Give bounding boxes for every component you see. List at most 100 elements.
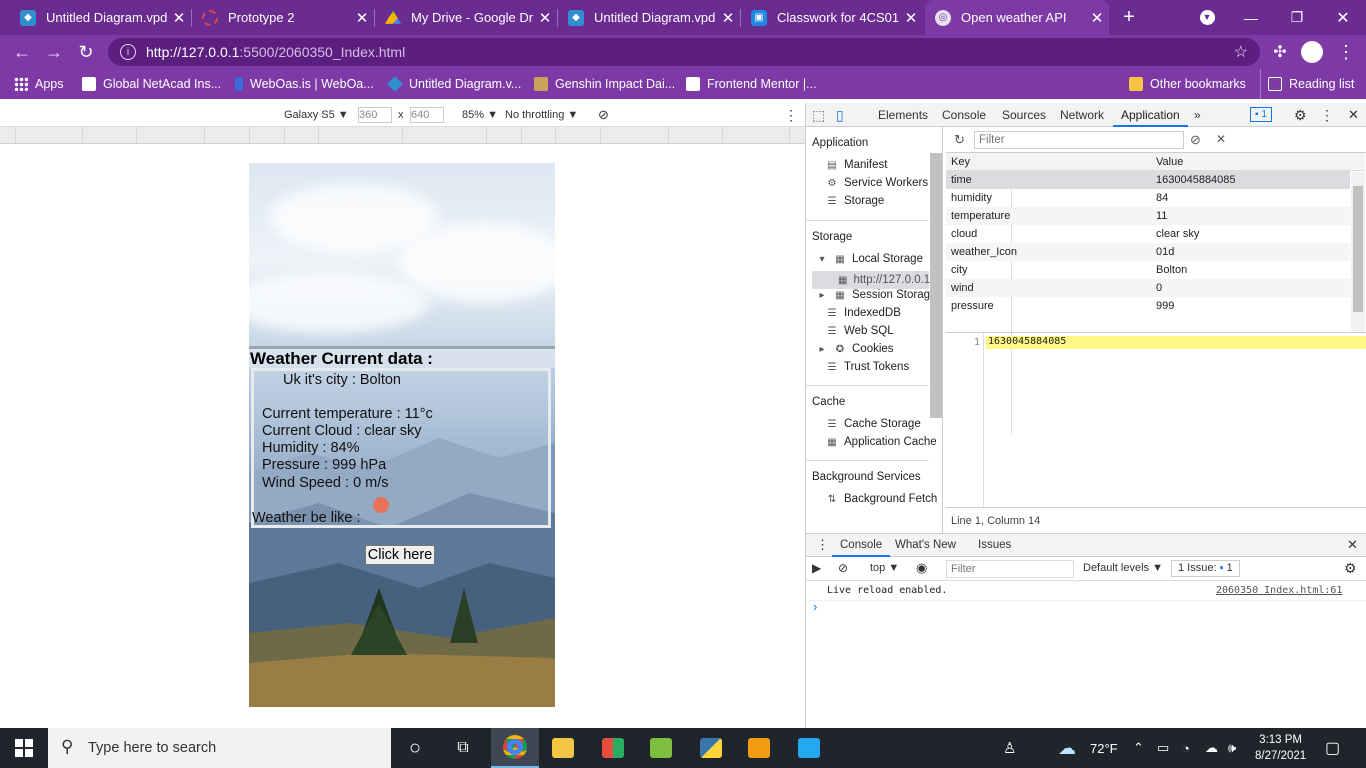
close-drawer-icon[interactable]: ✕ — [1347, 537, 1358, 553]
bookmark-star-icon[interactable]: ☆ — [1234, 42, 1248, 62]
bookmark-other[interactable]: Other bookmarks — [1129, 69, 1246, 99]
drawer-menu-icon[interactable]: ⋮ — [816, 537, 829, 553]
tab-elements[interactable]: Elements — [878, 103, 928, 127]
sublime-text-icon[interactable] — [735, 728, 783, 768]
tab-application[interactable]: Application — [1113, 103, 1188, 127]
tab-search-icon[interactable]: ▼ — [1184, 0, 1230, 35]
sidebar-item-websql[interactable]: ☰ Web SQL — [826, 325, 894, 337]
tab-console[interactable]: Console — [942, 103, 986, 127]
tab-sources[interactable]: Sources — [1002, 103, 1046, 127]
sidebar-scrollbar[interactable] — [930, 153, 942, 418]
refresh-icon[interactable]: ↻ — [954, 132, 965, 148]
clock[interactable]: 3:13 PM 8/27/2021 — [1255, 728, 1306, 768]
bookmark-genshin[interactable]: Genshin Impact Dai... — [534, 69, 675, 99]
devtools-menu-icon[interactable]: ⋮ — [1320, 103, 1334, 127]
log-levels-select[interactable]: Default levels ▼ — [1083, 562, 1163, 574]
table-row[interactable]: wind 0 — [946, 279, 1350, 297]
close-window-icon[interactable]: ✕ — [1320, 0, 1366, 35]
eye-icon[interactable]: ◉ — [916, 560, 927, 576]
sidebar-item-cookies[interactable]: ▸ ✪ Cookies — [816, 343, 893, 355]
volume-icon[interactable]: 🕪 — [1228, 728, 1236, 768]
close-tab-icon[interactable]: ✕ — [167, 9, 191, 27]
device-toggle-icon[interactable]: ▯ — [836, 103, 844, 127]
sidebar-item-manifest[interactable]: ▤ Manifest — [826, 159, 887, 171]
bookmark-weboasis[interactable]: WebOas.is | WebOa... — [235, 69, 374, 99]
scrollbar-thumb[interactable] — [1353, 186, 1363, 312]
reading-list[interactable]: Reading list — [1260, 69, 1354, 99]
context-select[interactable]: top ▼ — [870, 562, 899, 574]
tab-network[interactable]: Network — [1060, 103, 1104, 127]
chrome-taskbar-icon[interactable] — [491, 728, 539, 768]
reload-icon[interactable]: ↻ — [70, 35, 102, 69]
people-icon[interactable]: ♙ — [1003, 728, 1016, 768]
drawer-tab-console[interactable]: Console — [832, 534, 891, 557]
battery-icon[interactable]: ▭ — [1157, 728, 1169, 768]
console-settings-gear-icon[interactable]: ⚙ — [1344, 560, 1357, 577]
value-text[interactable]: 1630045884085 — [986, 336, 1366, 349]
taskbar-search[interactable]: ⚲ Type here to search — [48, 728, 391, 768]
close-tab-icon[interactable]: ✕ — [533, 9, 557, 27]
table-row[interactable]: time 1630045884085 — [946, 171, 1350, 189]
sidebar-item-service-workers[interactable]: ⚙ Service Workers — [826, 177, 929, 189]
issues-badge[interactable]: ▪ 1 — [1250, 107, 1272, 122]
task-view-icon[interactable]: ⧉ — [439, 728, 487, 768]
table-row[interactable]: humidity 84 — [946, 189, 1350, 207]
show-hidden-icons-chevron[interactable]: ⌃ — [1133, 728, 1144, 768]
console-prompt[interactable]: › — [813, 599, 817, 614]
browser-tab-2[interactable]: Prototype 2 ✕ — [192, 0, 374, 35]
bookmark-apps[interactable]: Apps — [14, 69, 64, 99]
sidebar-item-local-origin[interactable]: ▦ http://127.0.0.1 — [812, 271, 930, 289]
more-options-icon[interactable]: ⋮ — [784, 107, 798, 123]
console-filter-input[interactable] — [946, 560, 1074, 578]
profile-avatar[interactable] — [1296, 35, 1328, 69]
table-row[interactable]: cloud clear sky — [946, 225, 1350, 243]
sidebar-item-cache-storage[interactable]: ☰ Cache Storage — [826, 418, 921, 430]
clear-all-icon[interactable]: ⊘ — [1190, 132, 1201, 148]
back-arrow-icon[interactable]: ← — [6, 35, 38, 69]
forward-arrow-icon[interactable]: → — [38, 35, 70, 69]
address-bar[interactable]: i http://127.0.0.1:5500/2060350_Index.ht… — [108, 38, 1260, 66]
wifi-icon[interactable]: ◔ — [1182, 728, 1190, 768]
close-tab-icon[interactable]: ✕ — [899, 9, 923, 27]
table-row[interactable]: city Bolton — [946, 261, 1350, 279]
extensions-puzzle-icon[interactable]: ✣ — [1264, 35, 1296, 69]
sidebar-item-trust-tokens[interactable]: ☰ Trust Tokens — [826, 361, 910, 373]
clear-console-icon[interactable]: ⊘ — [838, 561, 848, 575]
zoom-select[interactable]: 85% ▼ — [462, 107, 498, 123]
table-row[interactable]: temperature 11 — [946, 207, 1350, 225]
bookmark-frontend-mentor[interactable]: Frontend Mentor |... — [686, 69, 817, 99]
table-row[interactable]: pressure 999 — [946, 297, 1350, 315]
vscode-icon[interactable] — [785, 728, 833, 768]
more-tabs-chevron-icon[interactable]: » — [1194, 103, 1201, 127]
browser-tab-5[interactable]: ▣ Classwork for 4CS017 ✕ — [741, 0, 923, 35]
office-icon[interactable] — [589, 728, 637, 768]
issues-counter[interactable]: 1 Issue: ▪ 1 — [1171, 560, 1240, 577]
browser-menu-icon[interactable]: ⋮ — [1330, 35, 1362, 69]
storage-filter-input[interactable] — [974, 131, 1184, 149]
close-tab-icon[interactable]: ✕ — [716, 9, 740, 27]
weather-cloud-icon[interactable]: ☁ — [1058, 728, 1076, 768]
value-column-header[interactable]: Value — [1156, 153, 1183, 171]
drawer-tab-issues[interactable]: Issues — [978, 534, 1011, 557]
restore-icon[interactable]: ❐ — [1274, 0, 1320, 35]
sidebar-item-session-storage[interactable]: ▸ ▦ Session Storage — [816, 289, 936, 301]
sidebar-item-application-cache[interactable]: ▦ Application Cache — [826, 436, 936, 448]
rotate-icon[interactable]: ⊘ — [598, 107, 609, 123]
file-explorer-icon[interactable] — [539, 728, 587, 768]
windows-start-icon[interactable] — [0, 728, 48, 768]
click-here-button[interactable]: Click here — [365, 545, 435, 565]
notepad-icon[interactable] — [637, 728, 685, 768]
height-input[interactable]: 640 — [410, 107, 444, 123]
close-tab-icon[interactable]: ✕ — [350, 9, 374, 27]
new-tab-button[interactable]: + — [1106, 0, 1152, 35]
browser-tab-3[interactable]: My Drive - Google Dri ✕ — [375, 0, 557, 35]
sidebar-toggle-icon[interactable]: ▶ — [812, 561, 821, 575]
sidebar-item-local-storage[interactable]: ▾ ▦ Local Storage — [816, 253, 922, 265]
table-scrollbar[interactable] — [1351, 172, 1365, 332]
info-icon[interactable]: i — [120, 44, 136, 60]
onedrive-cloud-icon[interactable]: ☁ — [1205, 728, 1218, 768]
key-column-header[interactable]: Key — [951, 153, 970, 171]
browser-tab-4[interactable]: ◆ Untitled Diagram.vpd ✕ — [558, 0, 740, 35]
minimize-icon[interactable]: — — [1228, 0, 1274, 35]
notifications-icon[interactable]: ▢ — [1325, 728, 1340, 768]
